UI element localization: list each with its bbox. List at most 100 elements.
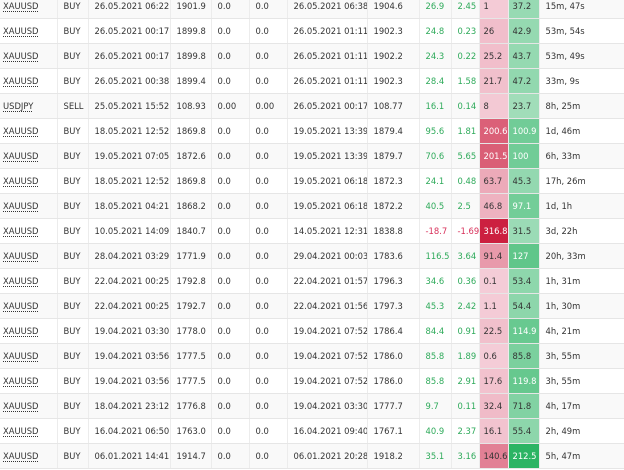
close-time-cell: 19.04.2021 07:52:12 [287,318,368,344]
open-price-cell: 1763.0 [170,418,212,444]
symbol-link[interactable]: XAUUSD [3,1,39,11]
symbol-link[interactable]: XAUUSD [3,451,39,461]
open-time-cell: 26.05.2021 00:17:52 [88,43,171,69]
mfe-cell: 37.2 [508,0,540,19]
close-time-cell: 19.04.2021 07:52:08 [287,343,368,369]
duration-cell: 3h, 55m [539,343,624,369]
stop-loss-cell: 0.0 [211,393,250,419]
close-price-cell: 1902.3 [367,68,420,94]
symbol-link[interactable]: XAUUSD [3,76,39,86]
take-profit-cell: 0.0 [249,268,288,294]
open-time-cell: 18.05.2021 12:52:22 [88,168,171,194]
take-profit-cell: 0.0 [249,218,288,244]
duration-cell: 3d, 22h [539,218,624,244]
symbol-link[interactable]: XAUUSD [3,26,39,36]
symbol-cell: USDJPY [0,93,58,119]
close-time-cell: 19.05.2021 13:39:17 [287,118,368,144]
mfe-cell: 54.4 [508,293,540,319]
table-row: XAUUSDBUY22.04.2021 00:25:501792.80.00.0… [0,268,624,294]
pips-cell: 34.6 [419,268,452,294]
stop-loss-cell: 0.0 [211,343,250,369]
duration-cell: 5h, 47m [539,443,624,469]
profit-cell: -1.69 [451,218,480,244]
stop-loss-cell: 0.0 [211,0,250,19]
symbol-cell: XAUUSD [0,443,58,469]
symbol-link[interactable]: XAUUSD [3,126,39,136]
stop-loss-cell: 0.0 [211,318,250,344]
open-price-cell: 108.93 [170,93,212,119]
open-time-cell: 19.05.2021 07:05:41 [88,143,171,169]
pips-cell: 9.7 [419,393,452,419]
symbol-link[interactable]: XAUUSD [3,151,39,161]
symbol-link[interactable]: XAUUSD [3,51,39,61]
duration-cell: 53m, 54s [539,18,624,44]
mae-cell: 63.7 [479,168,509,194]
stop-loss-cell: 0.0 [211,18,250,44]
close-time-cell: 26.05.2021 01:11:44 [287,18,368,44]
close-price-cell: 1872.2 [367,193,420,219]
type-cell: BUY [57,143,89,169]
symbol-cell: XAUUSD [0,243,58,269]
open-time-cell: 26.05.2021 00:17:50 [88,18,171,44]
close-price-cell: 1786.0 [367,368,420,394]
pips-cell: 84.4 [419,318,452,344]
symbol-link[interactable]: XAUUSD [3,201,39,211]
table-row: XAUUSDBUY26.05.2021 00:38:281899.40.00.0… [0,68,624,94]
mfe-cell: 55.4 [508,418,540,444]
open-time-cell: 16.04.2021 06:50:44 [88,418,171,444]
open-time-cell: 19.04.2021 03:30:50 [88,318,171,344]
profit-cell: 2.37 [451,418,480,444]
symbol-link[interactable]: XAUUSD [3,351,39,361]
duration-cell: 1h, 30m [539,293,624,319]
type-cell: BUY [57,218,89,244]
symbol-cell: XAUUSD [0,393,58,419]
symbol-link[interactable]: XAUUSD [3,301,39,311]
profit-cell: 2.42 [451,293,480,319]
profit-cell: 1.58 [451,68,480,94]
duration-cell: 1d, 46m [539,118,624,144]
symbol-link[interactable]: XAUUSD [3,276,39,286]
table-row: XAUUSDBUY19.04.2021 03:30:501778.00.00.0… [0,318,624,344]
symbol-link[interactable]: XAUUSD [3,326,39,336]
mae-cell: 140.6 [479,443,509,469]
close-price-cell: 1838.8 [367,218,420,244]
mfe-cell: 114.9 [508,318,540,344]
take-profit-cell: 0.00 [249,93,288,119]
symbol-link[interactable]: XAUUSD [3,376,39,386]
close-price-cell: 1904.6 [367,0,420,19]
symbol-cell: XAUUSD [0,0,58,19]
symbol-link[interactable]: USDJPY [3,101,33,111]
symbol-link[interactable]: XAUUSD [3,176,39,186]
table-row: XAUUSDBUY18.05.2021 04:21:151868.20.00.0… [0,193,624,219]
mfe-cell: 100 [508,143,540,169]
open-time-cell: 22.04.2021 00:25:50 [88,268,171,294]
mae-cell: 46.8 [479,193,509,219]
stop-loss-cell: 0.0 [211,118,250,144]
duration-cell: 17h, 26m [539,168,624,194]
duration-cell: 20h, 33m [539,243,624,269]
symbol-link[interactable]: XAUUSD [3,426,39,436]
type-cell: BUY [57,343,89,369]
profit-cell: 5.65 [451,143,480,169]
close-price-cell: 1879.4 [367,118,420,144]
symbol-link[interactable]: XAUUSD [3,226,39,236]
type-cell: BUY [57,268,89,294]
take-profit-cell: 0.0 [249,443,288,469]
symbol-link[interactable]: XAUUSD [3,251,39,261]
duration-cell: 4h, 17m [539,393,624,419]
stop-loss-cell: 0.0 [211,218,250,244]
duration-cell: 6h, 33m [539,143,624,169]
close-time-cell: 22.04.2021 01:57:40 [287,268,368,294]
symbol-link[interactable]: XAUUSD [3,401,39,411]
take-profit-cell: 0.0 [249,418,288,444]
mfe-cell: 127 [508,243,540,269]
duration-cell: 1d, 1h [539,193,624,219]
profit-cell: 2.45 [451,0,480,19]
open-time-cell: 28.04.2021 03:29:48 [88,243,171,269]
symbol-cell: XAUUSD [0,318,58,344]
mae-cell: 91.4 [479,243,509,269]
open-time-cell: 26.05.2021 00:38:28 [88,68,171,94]
open-price-cell: 1901.9 [170,0,212,19]
pips-cell: 70.6 [419,143,452,169]
duration-cell: 2h, 49m [539,418,624,444]
